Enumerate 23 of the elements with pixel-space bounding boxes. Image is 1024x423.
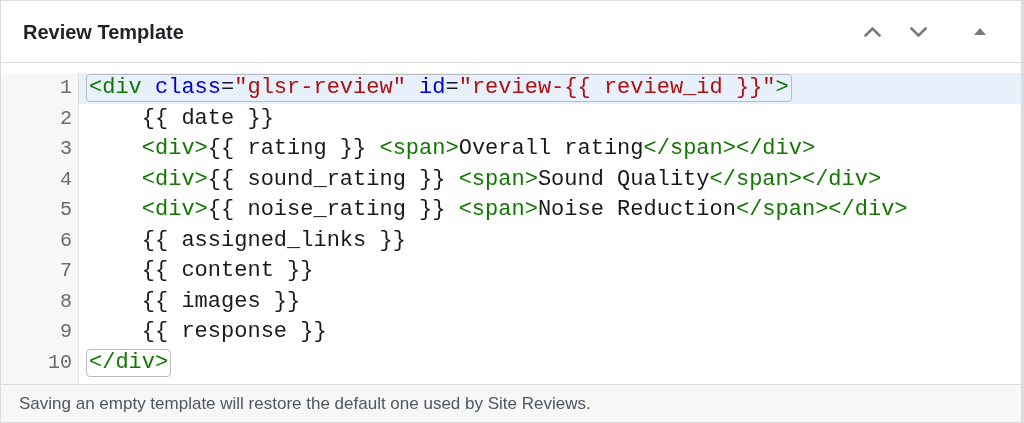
line-number: 9 bbox=[60, 319, 72, 346]
chevron-up-icon bbox=[863, 26, 881, 37]
line-number: 6 bbox=[60, 227, 72, 254]
line-number: 1 bbox=[60, 75, 72, 102]
line-number: 2 bbox=[60, 105, 72, 132]
line-number: 7 bbox=[60, 258, 72, 285]
code-line: {{ images }} bbox=[140, 287, 302, 316]
line-number: 8 bbox=[60, 288, 72, 315]
chevron-down-icon bbox=[909, 26, 927, 37]
code-line: {{ response }} bbox=[140, 318, 328, 347]
code-line: <div>{{ rating }} <span>Overall rating</span></div> bbox=[140, 135, 817, 164]
line-number: 4 bbox=[60, 166, 72, 193]
code-line: <div>{{ noise_rating }} <span>Noise Reduction</span></div> bbox=[140, 196, 909, 225]
line-number: 5 bbox=[60, 197, 72, 224]
triangle-up-icon bbox=[974, 28, 986, 35]
code-line: {{ date }} bbox=[140, 104, 275, 133]
code-line: {{ assigned_links }} bbox=[140, 226, 407, 255]
help-text: Saving an empty template will restore the default one used by Site Reviews. bbox=[19, 392, 591, 415]
line-number: 3 bbox=[60, 136, 72, 163]
panel-title: Review Template bbox=[23, 19, 184, 45]
code-line: {{ content }} bbox=[140, 257, 315, 286]
code-line: <div>{{ sound_rating }} <span>Sound Quality</span></div> bbox=[140, 165, 883, 194]
line-number: 10 bbox=[48, 349, 72, 376]
